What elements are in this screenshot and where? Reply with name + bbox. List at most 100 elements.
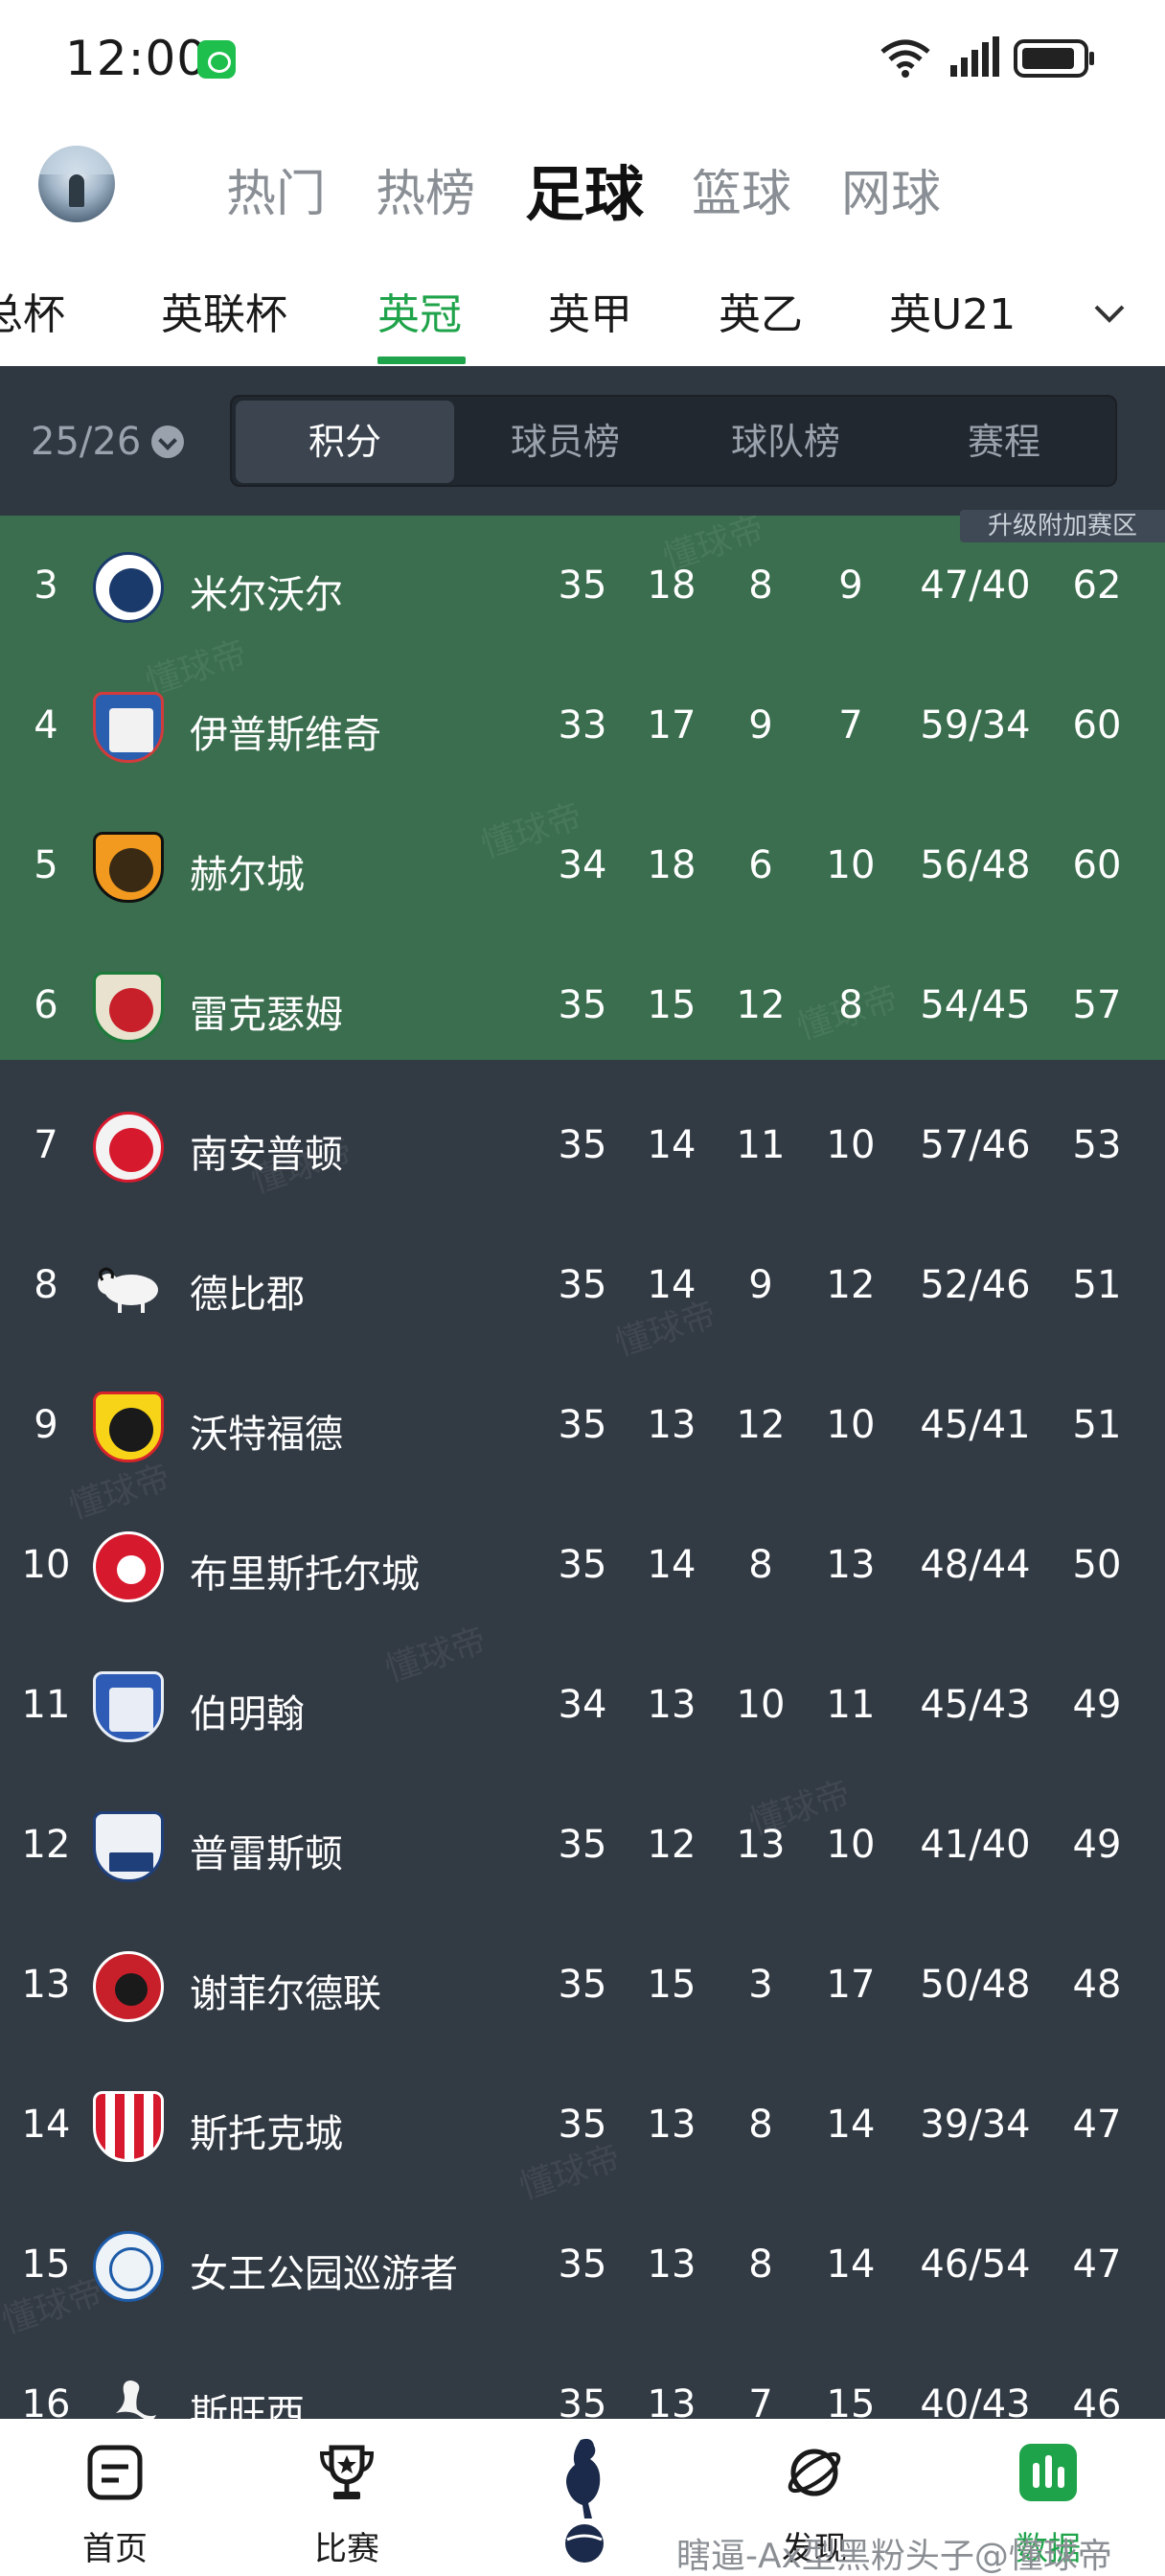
segment-player-rankings[interactable]: 球员榜 (456, 401, 674, 483)
drawn: 6 (748, 843, 773, 887)
goals: 52/46 (920, 1263, 1031, 1307)
won: 15 (647, 983, 697, 1027)
rank: 7 (34, 1123, 58, 1167)
league-tab-league-one[interactable]: 英甲 (548, 280, 632, 341)
rank: 11 (21, 1683, 71, 1727)
won: 18 (647, 564, 697, 608)
table-row[interactable]: 8 德比郡 35 14 9 12 52/46 51 (0, 1215, 1165, 1355)
won: 18 (647, 843, 697, 887)
goals: 56/48 (920, 843, 1031, 887)
status-bar: 12:00 (0, 0, 1165, 115)
league-tab-u21[interactable]: 英U21 (889, 280, 1016, 341)
goals: 50/48 (920, 1963, 1031, 2007)
table-row[interactable]: 12 普雷斯顿 35 12 13 10 41/40 49 (0, 1775, 1165, 1915)
team-name: 米尔沃尔 (190, 573, 343, 617)
points: 47 (1072, 2242, 1122, 2287)
table-row[interactable]: 9 沃特福德 35 13 12 10 45/41 51 (0, 1355, 1165, 1495)
filter-bar: 25/26 积分 球员榜 球队榜 赛程 (0, 366, 1165, 516)
played: 35 (558, 1823, 607, 1867)
chevron-down-icon[interactable] (1092, 297, 1127, 332)
chevron-down-icon[interactable] (151, 426, 184, 458)
wifi-icon (880, 39, 930, 78)
won: 13 (647, 2242, 697, 2287)
tab-trending[interactable]: 热榜 (376, 153, 475, 225)
played: 35 (558, 564, 607, 608)
table-row[interactable]: 15 女王公园巡游者 35 13 8 14 46/54 47 (0, 2195, 1165, 2334)
played: 35 (558, 1963, 607, 2007)
drawn: 11 (736, 1123, 786, 1167)
played: 33 (558, 703, 607, 748)
played: 35 (558, 983, 607, 1027)
won: 13 (647, 1403, 697, 1447)
lost: 12 (826, 1263, 876, 1307)
points: 60 (1072, 843, 1122, 887)
drawn: 12 (736, 983, 786, 1027)
played: 35 (558, 2103, 607, 2147)
drawn: 8 (748, 2242, 773, 2287)
table-row[interactable]: 14 斯托克城 35 13 8 14 39/34 47 (0, 2055, 1165, 2195)
won: 12 (647, 1823, 697, 1867)
goals: 54/45 (920, 983, 1031, 1027)
lost: 8 (838, 983, 863, 1027)
table-row[interactable]: 5 赫尔城 34 18 6 10 56/48 60 (0, 795, 1165, 935)
team-name: 普雷斯顿 (190, 1832, 343, 1876)
nav-home[interactable]: 首页 (19, 2419, 211, 2576)
drawn: 3 (748, 1963, 773, 2007)
lost: 13 (826, 1543, 876, 1587)
lost: 14 (826, 2242, 876, 2287)
segment-team-rankings[interactable]: 球队榜 (676, 401, 895, 483)
rank: 4 (34, 703, 58, 748)
played: 35 (558, 1403, 607, 1447)
rank: 6 (34, 983, 58, 1027)
league-tab-overall-cup[interactable]: 总杯 (0, 280, 65, 341)
points: 51 (1072, 1403, 1122, 1447)
lost: 14 (826, 2103, 876, 2147)
table-row[interactable]: 11 伯明翰 34 13 10 11 45/43 49 (0, 1635, 1165, 1775)
bottom-navigation: 首页 比赛 发现 数据 瞎逼-Ax型黑粉头子@懂球帝 (0, 2419, 1165, 2576)
won: 15 (647, 1963, 697, 2007)
sheffield-united-crest-icon (93, 1951, 164, 2022)
segment-standings[interactable]: 积分 (236, 401, 454, 483)
won: 14 (647, 1543, 697, 1587)
bar-chart-icon (1019, 2444, 1077, 2501)
team-name: 赫尔城 (190, 853, 305, 897)
goals: 57/46 (920, 1123, 1031, 1167)
segment-schedule[interactable]: 赛程 (895, 401, 1113, 483)
table-row[interactable]: 3 米尔沃尔 35 18 8 9 47/40 62 (0, 516, 1165, 656)
lost: 10 (826, 1123, 876, 1167)
tab-basketball[interactable]: 篮球 (692, 153, 791, 225)
nav-team[interactable] (487, 2419, 678, 2576)
table-row[interactable]: 10 布里斯托尔城 35 14 8 13 48/44 50 (0, 1495, 1165, 1635)
lost: 17 (826, 1963, 876, 2007)
tab-football[interactable]: 足球 (525, 146, 644, 232)
nav-matches[interactable]: 比赛 (251, 2419, 443, 2576)
birmingham-crest-icon (93, 1671, 164, 1742)
rank: 3 (34, 564, 58, 608)
goals: 39/34 (920, 2103, 1031, 2147)
team-name: 布里斯托尔城 (190, 1552, 420, 1597)
app-notification-icon (197, 40, 236, 79)
tab-hot[interactable]: 热门 (226, 153, 326, 225)
table-row[interactable]: 7 南安普顿 35 14 11 10 57/46 53 (0, 1075, 1165, 1215)
table-row[interactable]: 6 雷克瑟姆 35 15 12 8 54/45 57 (0, 935, 1165, 1075)
league-tab-championship[interactable]: 英冠 (377, 280, 462, 341)
table-row[interactable]: 13 谢菲尔德联 35 15 3 17 50/48 48 (0, 1915, 1165, 2055)
table-row[interactable]: 4 伊普斯维奇 33 17 9 7 59/34 60 (0, 656, 1165, 795)
lost: 7 (838, 703, 863, 748)
won: 14 (647, 1263, 697, 1307)
hull-city-crest-icon (93, 832, 164, 903)
league-tab-efl-cup[interactable]: 英联杯 (161, 280, 287, 341)
lost: 10 (826, 1823, 876, 1867)
southampton-crest-icon (93, 1112, 164, 1183)
played: 34 (558, 843, 607, 887)
drawn: 8 (748, 564, 773, 608)
league-tab-league-two[interactable]: 英乙 (719, 280, 803, 341)
tab-tennis[interactable]: 网球 (841, 153, 941, 225)
segmented-control: 积分 球员榜 球队榜 赛程 (230, 395, 1117, 487)
points: 48 (1072, 1963, 1122, 2007)
season-selector[interactable]: 25/26 (31, 420, 141, 464)
rank: 15 (21, 2242, 71, 2287)
watford-crest-icon (93, 1392, 164, 1462)
points: 50 (1072, 1543, 1122, 1587)
goals: 48/44 (920, 1543, 1031, 1587)
